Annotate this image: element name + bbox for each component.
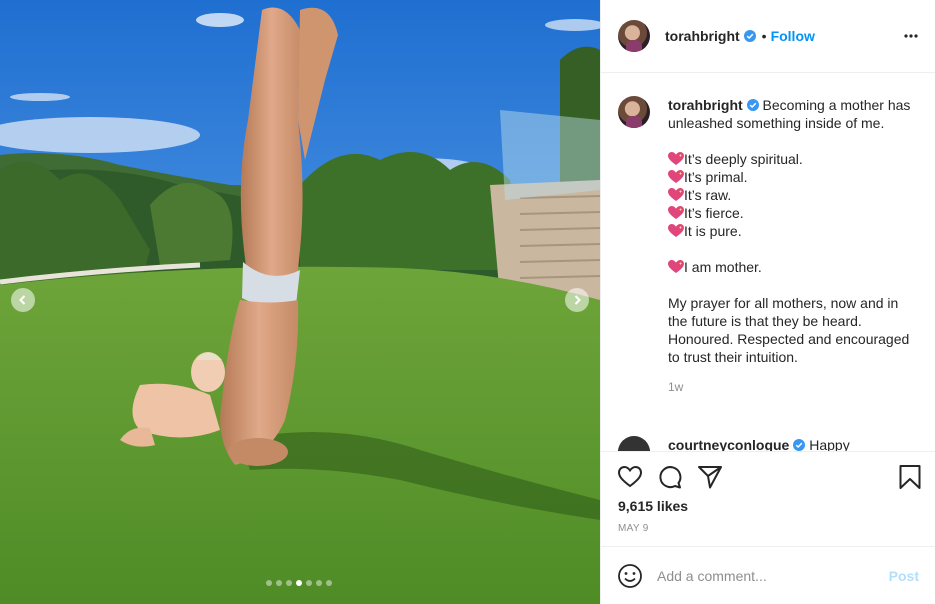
comment-input[interactable] [657,567,889,584]
post-caption: torahbright Becoming a mother has unleas… [618,96,918,396]
caption-first-line: torahbright Becoming a mother has unleas… [668,96,918,132]
caption-time-ago[interactable]: 1w [668,378,918,396]
caption-line: It’s primal. [668,168,918,186]
caption-blank [668,240,918,258]
sparkling-heart-icon [668,152,684,165]
more-options-icon[interactable] [903,28,919,44]
post-date[interactable]: MAY 9 [618,523,649,534]
post-media[interactable] [0,0,600,604]
follow-button[interactable]: Follow [771,28,815,44]
comment-item: courtneyconlogue Happy [618,436,850,451]
bookmark-icon[interactable] [897,464,923,490]
header-username[interactable]: torahbright [665,28,740,44]
chevron-right-icon [574,295,581,305]
carousel-prev-button[interactable] [11,288,35,312]
comment-username[interactable]: courtneyconlogue [668,437,789,451]
comment-body: Happy [809,437,850,451]
verified-badge-icon [743,30,756,42]
caption-line-text: It’s deeply spiritual. [684,151,803,167]
sparkling-heart-icon [668,260,684,273]
separator: • [761,28,767,44]
carousel-dot [266,580,272,586]
caption-line-text: It’s raw. [684,187,732,203]
comment-avatar[interactable] [618,436,650,451]
carousel-next-button[interactable] [565,288,589,312]
sparkling-heart-icon [668,224,684,237]
caption-line-text: It’s fierce. [684,205,744,221]
caption-blank [668,276,918,294]
caption-text: torahbright Becoming a mother has unleas… [668,96,918,396]
caption-line-text: It’s primal. [684,169,748,185]
comment-icon[interactable] [657,464,683,490]
sparkling-heart-icon [668,188,684,201]
caption-line: It’s raw. [668,186,918,204]
caption-line-text: I am mother. [684,259,762,275]
carousel-dot [276,580,282,586]
verified-badge-icon [746,99,759,111]
caption-line: My prayer for all mothers, now and in th… [668,295,910,365]
share-icon[interactable] [697,464,723,490]
post-comment-button[interactable]: Post [889,568,919,584]
post-photo [0,0,600,604]
avatar[interactable] [618,20,650,52]
comment-text: courtneyconlogue Happy [668,436,850,451]
carousel-dot [306,580,312,586]
caption-line: It’s fierce. [668,204,918,222]
carousel-indicator [266,580,332,586]
heart-icon[interactable] [617,464,643,490]
emoji-icon[interactable] [617,563,643,589]
sparkling-heart-icon [668,170,684,183]
caption-line-text: It is pure. [684,223,742,239]
likes-count[interactable]: 9,615 likes [618,498,688,514]
sparkling-heart-icon [668,206,684,219]
carousel-dot [296,580,302,586]
carousel-dot [316,580,322,586]
caption-line: It’s deeply spiritual. [668,150,918,168]
post-details-panel: torahbright • Follow torahbright Becomin… [600,0,935,604]
caption-avatar[interactable] [618,96,650,128]
caption-line: I am mother. [668,258,918,276]
caption-username[interactable]: torahbright [668,97,743,113]
carousel-dot [286,580,292,586]
post-header: torahbright • Follow [601,0,935,73]
chevron-left-icon [19,295,26,305]
comments-section[interactable]: torahbright Becoming a mother has unleas… [601,74,935,451]
verified-badge-icon [793,439,806,451]
add-comment-bar: Post [601,546,935,604]
carousel-dot [326,580,332,586]
post-actions: 9,615 likes MAY 9 [601,451,935,546]
caption-blank [668,132,918,150]
caption-line: It is pure. [668,222,918,240]
